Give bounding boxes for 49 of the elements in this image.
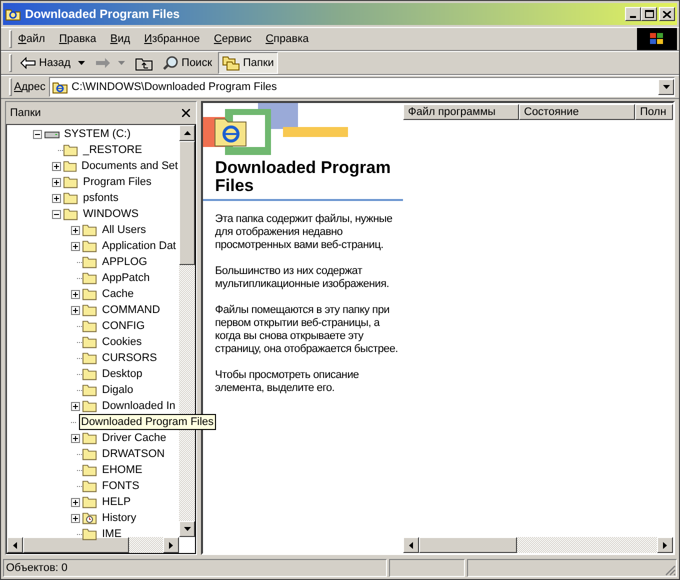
column-header[interactable]: Файл программы	[403, 104, 519, 120]
search-button[interactable]: Поиск	[158, 52, 216, 74]
tree-item[interactable]: AppPatch	[101, 270, 151, 286]
menu-item[interactable]: Избранное	[144, 30, 200, 48]
tree-item[interactable]: Documents and Set	[80, 158, 179, 174]
menu-item[interactable]: Файл	[18, 30, 46, 48]
tree-item[interactable]: psfonts	[82, 190, 120, 206]
description-text: Большинство из них содержат мультипликационные изображения.	[215, 265, 390, 291]
description-text: Файлы помещаются в эту папку при первом открытии веб-страницы, а когда вы снова открываете эту страницу, она отображается быстрее.	[215, 304, 399, 356]
back-button[interactable]: Назад	[16, 52, 89, 74]
tooltip: Downloaded Program Files	[79, 414, 216, 430]
tree-item[interactable]: History	[101, 510, 138, 526]
pane-title: Папки	[10, 106, 41, 121]
menu-item[interactable]: Сервис	[214, 30, 252, 48]
menu-item[interactable]: Справка	[266, 30, 309, 48]
window-title: Downloaded Program Files	[25, 6, 180, 23]
address-label: Адрес	[14, 80, 46, 95]
tree-item[interactable]: All Users	[101, 222, 148, 238]
address-field[interactable]: C:\WINDOWS\Downloaded Program Files	[48, 77, 675, 97]
tree-item[interactable]: Cache	[101, 286, 135, 302]
tree-item[interactable]: Desktop	[101, 366, 144, 382]
menu-item[interactable]: Вид	[110, 30, 130, 48]
folder-heading: Downloaded Program Files	[214, 159, 392, 195]
description-text: Чтобы просмотреть описание элемента, выделите его.	[215, 369, 360, 395]
tree-item[interactable]: APPLOG	[101, 254, 148, 270]
tree-item[interactable]: CONFIG	[101, 318, 146, 334]
tree-item[interactable]: Digalo	[101, 382, 134, 398]
tree-item[interactable]: SYSTEM (C:)	[63, 126, 132, 142]
tree-item[interactable]: WINDOWS	[82, 206, 140, 222]
tree-item[interactable]: CURSORS	[101, 350, 158, 366]
column-header[interactable]: Полн	[635, 104, 673, 120]
tree-item[interactable]: HELP	[101, 494, 132, 510]
tree-item[interactable]: Downloaded In	[101, 398, 176, 414]
folders-button[interactable]: Папки	[218, 52, 278, 74]
tree-item[interactable]: FONTS	[101, 478, 140, 494]
tree-item[interactable]: Application Dat	[101, 238, 177, 254]
tree-item[interactable]: COMMAND	[101, 302, 162, 318]
address-value: C:\WINDOWS\Downloaded Program Files	[72, 80, 277, 95]
description-text: Эта папка содержит файлы, нужные для отображения недавно просмотренных вами веб-страниц.	[215, 213, 394, 252]
tree-item[interactable]: Cookies	[101, 334, 143, 350]
status-text: Объектов: 0	[6, 560, 68, 576]
tree-item[interactable]: Driver Cache	[101, 430, 168, 446]
column-header[interactable]: Состояние	[519, 104, 635, 120]
menu-item[interactable]: Правка	[59, 30, 96, 48]
tree-item[interactable]: DRWATSON	[101, 446, 166, 462]
tree-item[interactable]: Program Files	[82, 174, 152, 190]
tree-item[interactable]: _RESTORE	[82, 142, 144, 158]
tree-item[interactable]: EHOME	[101, 462, 144, 478]
tree-item[interactable]: IME	[101, 526, 123, 542]
